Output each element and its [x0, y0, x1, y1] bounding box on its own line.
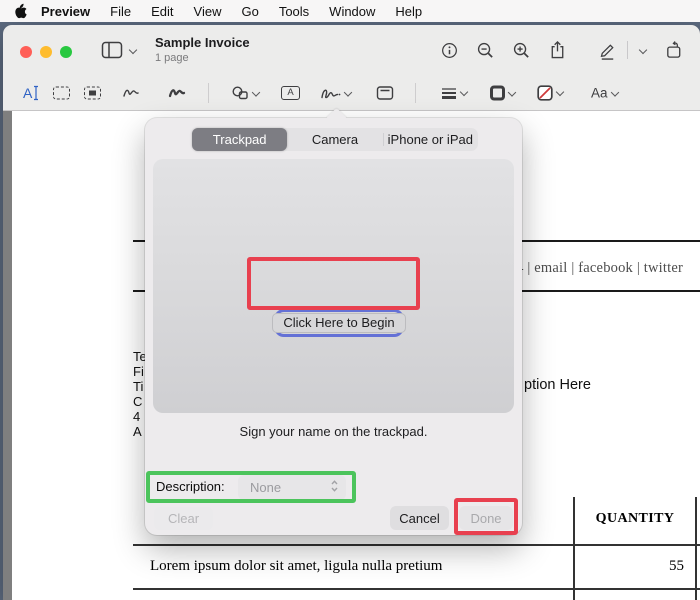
tab-trackpad[interactable]: Trackpad	[192, 128, 288, 151]
text-fragment: C	[133, 394, 143, 409]
tab-label: iPhone or iPad	[387, 132, 473, 147]
signature-source-tabs: Trackpad Camera iPhone or iPad	[192, 128, 478, 151]
trackpad-instruction: Sign your name on the trackpad.	[239, 424, 428, 439]
contact-info-fragment: 4 | email | facebook | twitter	[516, 260, 683, 276]
table-row-quantity: 55	[669, 558, 684, 574]
table-header-quantity: QUANTITY	[595, 511, 675, 526]
table-row-rule	[133, 588, 700, 590]
tab-camera[interactable]: Camera	[287, 128, 382, 151]
text-fragment: Ti	[133, 379, 144, 394]
tab-iphone-or-ipad[interactable]: iPhone or iPad	[382, 128, 478, 151]
text-fragment: A	[133, 424, 142, 439]
red-annotation-box-begin	[247, 257, 420, 310]
caption-fragment: ption Here	[524, 377, 591, 393]
table-row-rule	[133, 544, 700, 546]
blue-annotation-ring: Click Here to Begin	[272, 309, 406, 337]
green-annotation-box-description	[146, 471, 356, 503]
segment-divider	[382, 133, 384, 146]
click-here-to-begin-button[interactable]: Click Here to Begin	[272, 313, 406, 333]
table-row-description: Lorem ipsum dolor sit amet, ligula nulla…	[150, 558, 443, 574]
cancel-button[interactable]: Cancel	[390, 506, 449, 530]
clear-button[interactable]: Clear	[154, 507, 213, 530]
text-fragment: 4	[133, 409, 141, 424]
text-fragment: Fi	[133, 364, 144, 379]
red-annotation-box-done	[454, 498, 518, 535]
